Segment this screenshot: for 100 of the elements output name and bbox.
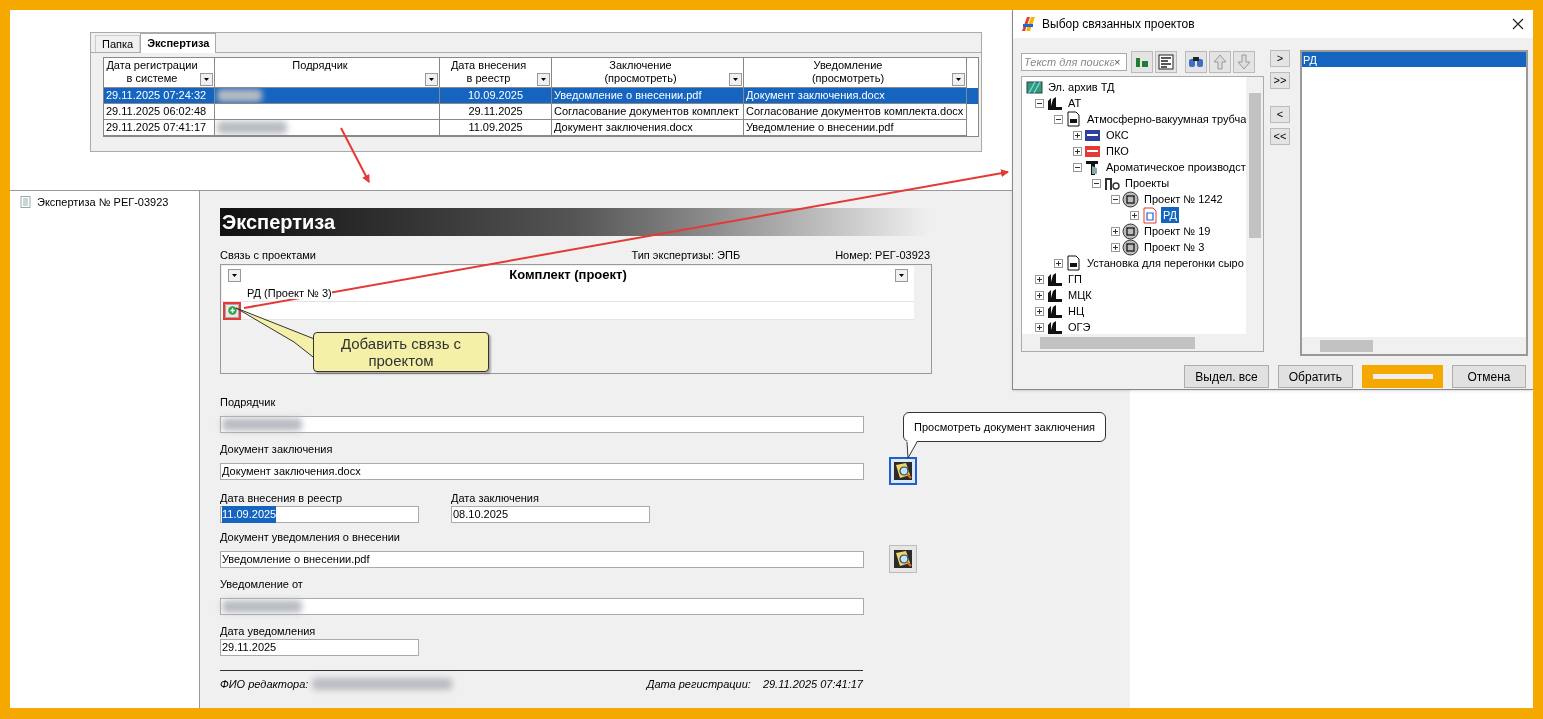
registration-date: 29.11.2025 07:41:17 [762,677,863,692]
vertical-scrollbar[interactable] [1246,77,1263,334]
field-label: Дата внесения в реестр [220,491,344,505]
horizontal-scrollbar[interactable] [1302,337,1526,354]
horizontal-scrollbar[interactable] [1022,334,1263,351]
collapse-toggle[interactable] [1092,178,1101,188]
table-cell: Уведомление о внесении.pdf [746,121,894,133]
move-button[interactable]: << [1270,128,1290,145]
tree-item[interactable]: ОКС [1104,126,1131,144]
field-label: Уведомление от [220,577,303,591]
table-cell: 11.09.2025 [468,121,523,133]
tree-item[interactable]: Эл. архив ТД [1046,78,1117,96]
move-button[interactable]: < [1270,106,1290,123]
field-label: Дата заключения [451,491,540,505]
tree-item[interactable]: Экспертиза № РЕГ-03923 [37,194,169,211]
view-document-button[interactable] [889,545,917,573]
expand-toggle[interactable] [1111,242,1120,252]
tree-item[interactable]: Проект № 3 [1142,238,1207,256]
input-field[interactable]: 08.10.2025 [451,506,650,523]
table-row[interactable]: 29.11.2025 07:24:32 10.09.2025 Уведомление о внесении.pdf Документ заключения.docx [104,88,978,104]
app-logo-icon [1020,16,1036,32]
tab[interactable]: Папка [95,35,141,52]
tree-item[interactable]: МЦК [1066,286,1094,304]
table-cell: Уведомление о внесении.pdf [554,89,702,101]
table-cell: РД (Проект № 3) [247,287,332,299]
list-item[interactable]: РД [1302,52,1526,67]
document-icon [1141,206,1158,224]
tree-item[interactable]: ОГЭ [1066,318,1093,334]
document-icon [1065,110,1082,128]
field-label: Дата регистрации: [646,677,751,692]
document-icon [1065,254,1082,272]
tab[interactable]: Экспертиза [140,33,217,53]
clear-button[interactable]: × [1114,56,1121,68]
expand-toggle[interactable] [1130,210,1139,220]
input-field[interactable] [220,415,864,433]
tree-item[interactable]: Проект № 1242 [1142,190,1225,208]
input-field[interactable] [220,597,864,615]
expand-toggle[interactable] [1073,146,1082,156]
tree-item[interactable]: Ароматическое производст [1104,158,1246,176]
field-label: Подрядчик [220,395,276,409]
expand-toggle[interactable] [1111,226,1120,236]
record-number: Номер: РЕГ-03923 [835,247,930,263]
input-field[interactable]: Документ заключения.docx [220,462,864,480]
tree-item[interactable]: ПКО [1104,142,1131,160]
tooltip: Просмотреть документ заключения [903,412,1107,442]
expand-toggle[interactable] [1035,322,1044,332]
magnifier-document-icon [893,461,913,481]
move-button[interactable]: >> [1270,72,1290,89]
input-field[interactable]: 11.09.2025 [220,506,419,523]
column-header[interactable]: Подрядчик [215,58,440,88]
circle-icon [1122,190,1139,208]
expand-toggle[interactable] [1035,306,1044,316]
add-button[interactable] [225,303,239,318]
dropdown-icon [895,268,908,282]
collapse-toggle[interactable] [1073,162,1082,172]
factory-icon [1046,286,1063,304]
expand-toggle[interactable] [1035,274,1044,284]
column-header[interactable]: Заключение (просмотреть) [552,58,744,88]
factory-icon [1046,318,1063,334]
collapse-toggle[interactable] [1054,114,1063,124]
circle-icon [1122,222,1139,240]
tree-item[interactable]: Установка для перегонки сыро [1085,254,1246,272]
tree-item[interactable]: ГП [1066,270,1084,288]
column-header[interactable]: Уведомление (просмотреть) [744,58,967,88]
archive-icon [1026,78,1043,96]
collapse-toggle[interactable] [1035,98,1044,108]
dropdown-icon [200,73,213,86]
table-cell: 29.11.2025 [468,105,523,117]
tree-item[interactable]: Атмосферно-вакуумная трубча [1085,110,1246,128]
tree-item[interactable]: Проект № 19 [1142,222,1213,240]
dialog-button[interactable]: Обратить [1277,365,1353,388]
move-button[interactable]: > [1270,50,1290,67]
expand-toggle[interactable] [1054,258,1063,268]
toolbar-button[interactable] [1155,51,1177,73]
input-field[interactable]: Уведомление о внесении.pdf [220,550,864,568]
plus-icon [227,306,237,315]
tooltip-pointer [906,441,918,459]
tree-item[interactable]: АТ [1066,94,1084,112]
toolbar-button[interactable] [1185,51,1207,73]
dropdown-icon [537,73,550,86]
column-header[interactable]: Дата внесения в реестр [440,58,552,88]
dropdown-icon [952,73,965,86]
expand-toggle[interactable] [1035,290,1044,300]
expand-toggle[interactable] [1073,130,1082,140]
view-document-button[interactable] [889,457,917,485]
tree-item[interactable]: РД [1161,206,1180,224]
input-field[interactable]: 29.11.2025 [220,639,419,656]
magnifier-document-icon [893,549,913,569]
dialog-button[interactable]: Отмена [1452,365,1526,388]
arrow-up-icon [1211,53,1229,71]
column-header[interactable]: Дата регистрации в системе [104,58,215,88]
collapse-toggle[interactable] [1111,194,1120,204]
table-cell: Документ заключения.docx [554,121,693,133]
callout: Добавить связь с проектом [313,332,489,372]
dialog-button[interactable]: Выдел. все [1184,365,1269,388]
dropdown-icon [425,73,438,86]
tree-item[interactable]: Проекты [1123,174,1172,192]
field-label: Документ заключения [220,442,333,456]
building-icon [1084,158,1101,176]
tree-item[interactable]: НЦ [1066,302,1087,320]
